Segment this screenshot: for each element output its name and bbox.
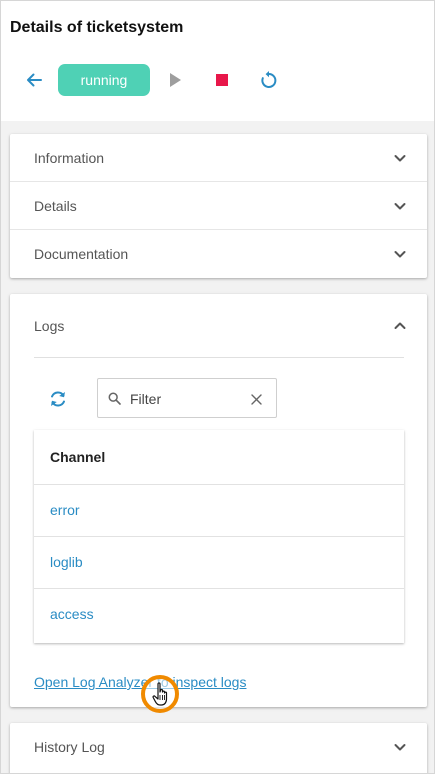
page-title: Details of ticketsystem <box>10 19 184 36</box>
logs-panel-header[interactable]: Logs <box>10 302 427 350</box>
table-row[interactable]: error <box>34 485 404 537</box>
filter-input[interactable] <box>130 387 240 411</box>
accordion-item-information[interactable]: Information <box>10 134 427 182</box>
logs-panel: Logs Channel <box>10 294 427 707</box>
chevron-down-icon <box>394 744 406 751</box>
channel-table: Channel error loglib access <box>34 430 404 643</box>
page-header: Details of ticketsystem running <box>1 1 434 121</box>
chevron-down-icon <box>394 203 406 210</box>
chevron-up-icon <box>394 322 406 329</box>
details-accordion: Information Details Documentation <box>10 134 427 278</box>
logs-title: Logs <box>34 318 65 334</box>
history-log-panel: History Log <box>10 723 427 773</box>
refresh-icon <box>51 391 65 407</box>
divider <box>34 357 404 358</box>
service-toolbar: running <box>1 61 434 99</box>
hand-cursor-icon <box>152 682 168 706</box>
table-row[interactable]: loglib <box>34 537 404 589</box>
stop-icon <box>216 74 228 86</box>
back-button[interactable] <box>17 61 51 99</box>
restart-button[interactable] <box>252 61 286 99</box>
channel-link[interactable]: loglib <box>50 554 83 570</box>
accordion-item-details[interactable]: Details <box>10 182 427 230</box>
open-log-analyzer-link[interactable]: Open Log Analyzer to inspect logs <box>34 674 246 690</box>
chevron-down-icon <box>394 155 406 162</box>
clear-icon[interactable] <box>251 394 262 405</box>
refresh-logs-button[interactable] <box>43 384 73 414</box>
accordion-item-label: Information <box>34 150 105 166</box>
channel-link[interactable]: error <box>50 502 80 518</box>
chevron-down-icon <box>394 251 406 258</box>
channel-link[interactable]: access <box>50 606 94 622</box>
history-log-title: History Log <box>34 739 105 755</box>
restart-icon <box>261 71 277 88</box>
stop-button[interactable] <box>205 61 239 99</box>
table-row[interactable]: access <box>34 589 404 641</box>
filter-field <box>97 378 277 418</box>
play-icon <box>170 73 181 87</box>
accordion-item-documentation[interactable]: Documentation <box>10 230 427 278</box>
status-badge: running <box>58 64 150 96</box>
accordion-item-label: Details <box>34 198 77 214</box>
app-frame: Details of ticketsystem running Informat… <box>0 0 435 774</box>
column-header-channel: Channel <box>50 449 106 465</box>
arrow-left-icon <box>27 73 42 87</box>
search-icon <box>108 392 121 405</box>
history-log-header[interactable]: History Log <box>10 723 427 771</box>
start-button[interactable] <box>158 61 192 99</box>
table-header: Channel <box>34 430 404 485</box>
accordion-item-label: Documentation <box>34 246 129 262</box>
